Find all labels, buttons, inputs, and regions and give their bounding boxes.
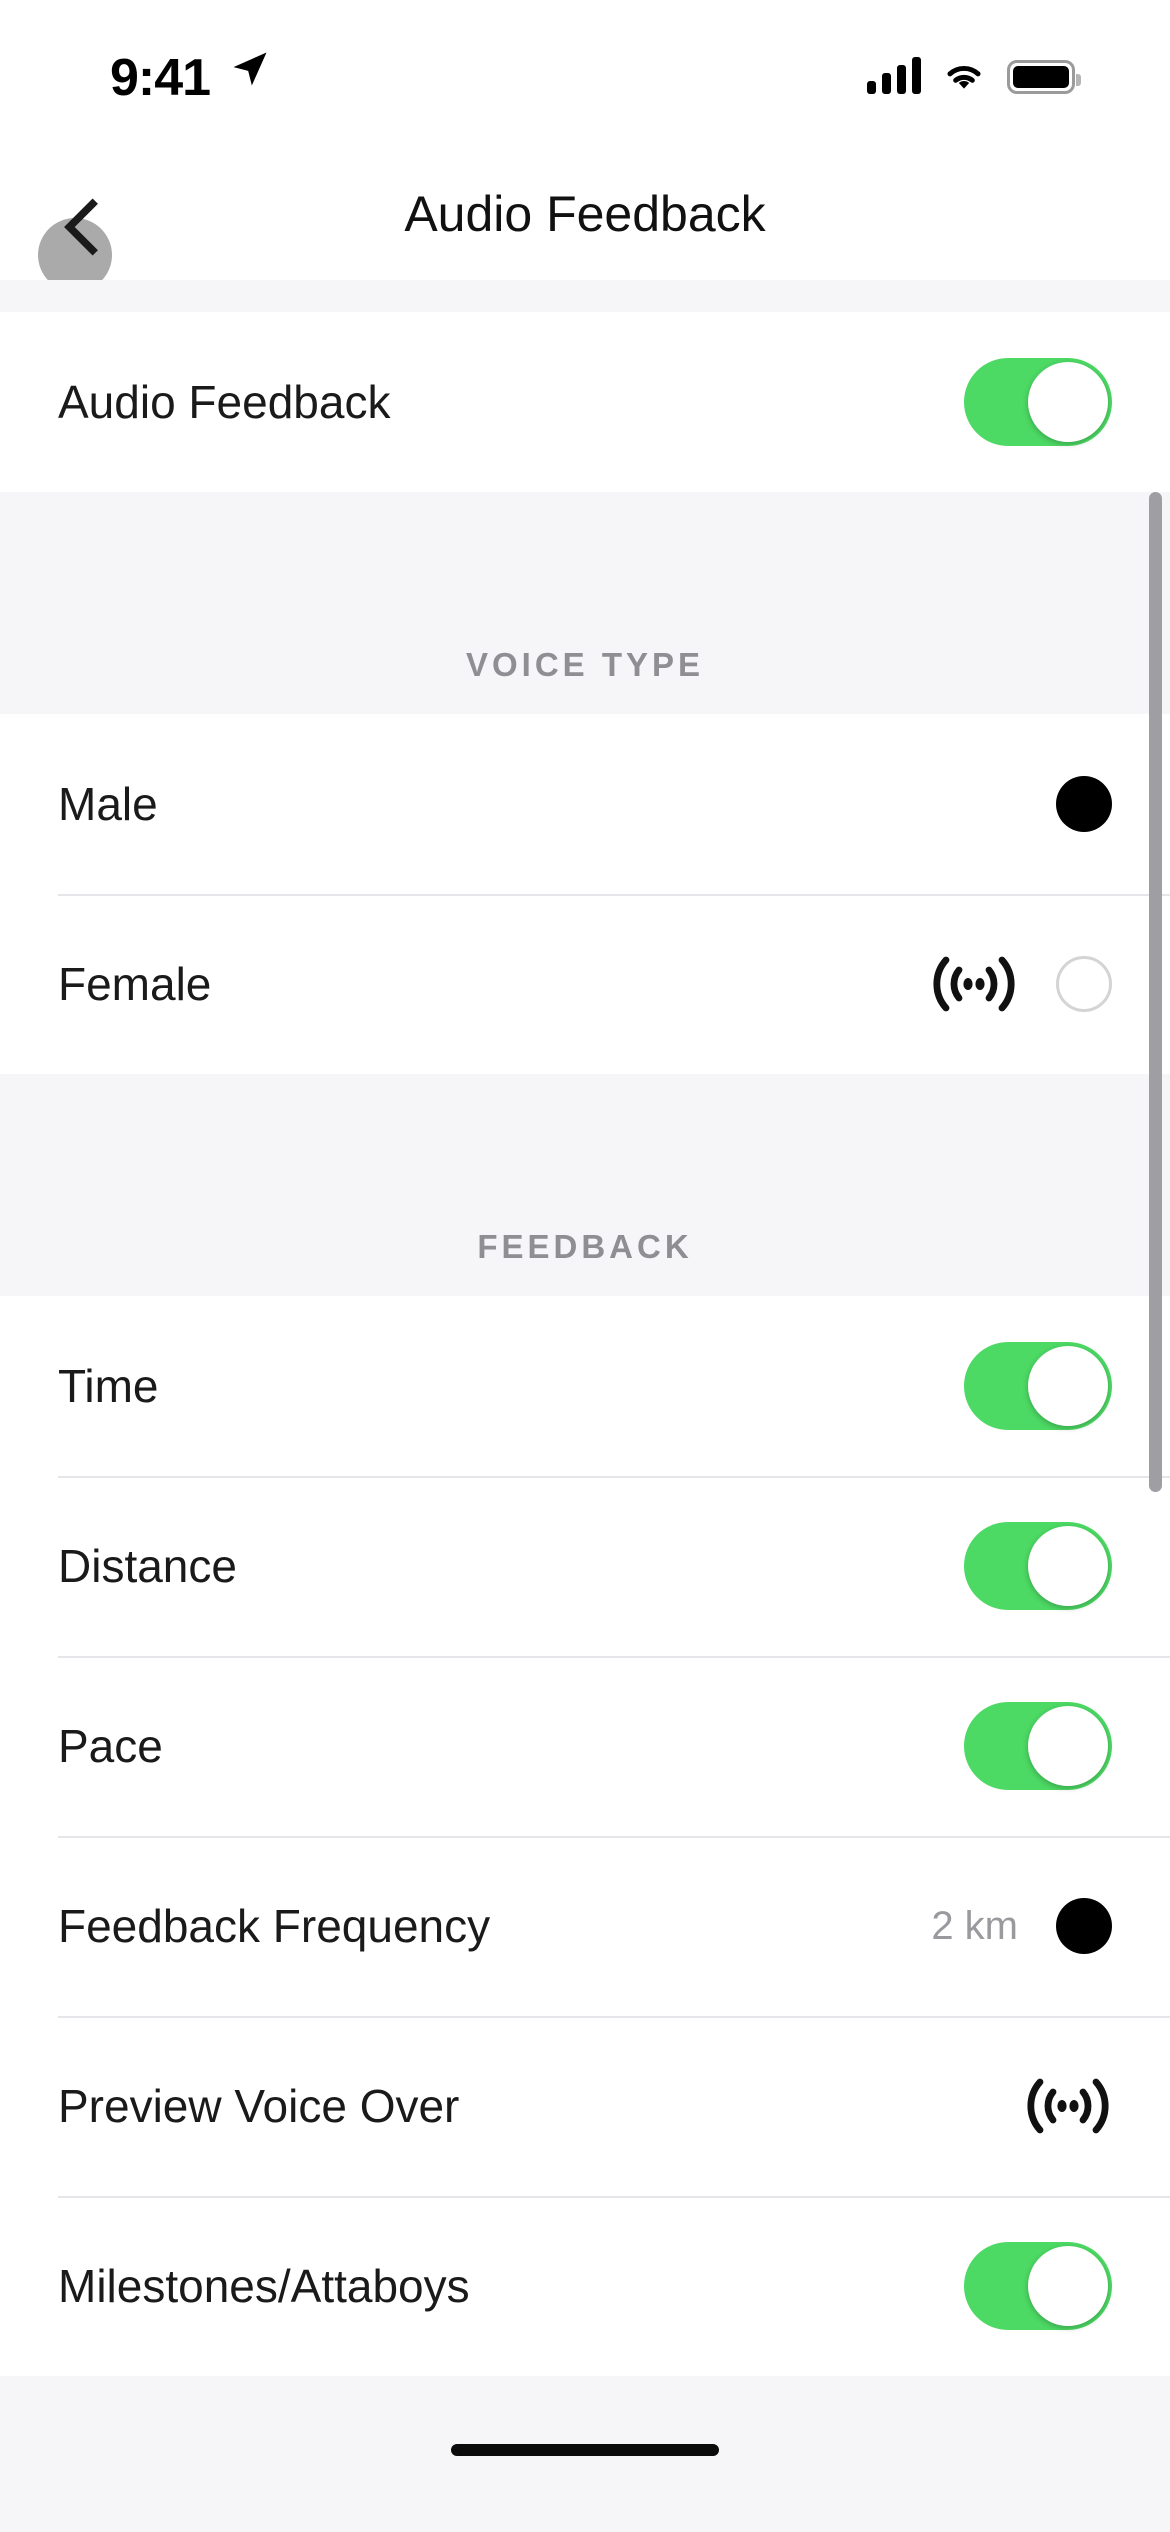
- row-preview-voice-over[interactable]: Preview Voice Over: [0, 2016, 1170, 2196]
- radio-female[interactable]: [1056, 956, 1112, 1012]
- row-distance[interactable]: Distance: [0, 1476, 1170, 1656]
- time-toggle[interactable]: [964, 1342, 1112, 1430]
- status-indicators: [867, 44, 1081, 94]
- milestones-toggle[interactable]: [964, 2242, 1112, 2330]
- row-label: Audio Feedback: [58, 376, 391, 428]
- row-control: [964, 1702, 1112, 1790]
- vertical-scrollbar[interactable]: [1149, 492, 1162, 1492]
- row-label: Time: [58, 1360, 159, 1412]
- feedback-card: Time Distance Pace Feedback Frequency 2 …: [0, 1296, 1170, 2376]
- battery-full-icon: [1007, 60, 1081, 94]
- navigation-bar: Audio Feedback: [0, 155, 1170, 292]
- row-control: 2 km: [931, 1898, 1112, 1954]
- row-control: [1056, 776, 1112, 832]
- row-control: [964, 1342, 1112, 1430]
- wifi-icon: [947, 66, 981, 89]
- voice-type-card: Male Female: [0, 714, 1170, 1074]
- page-title: Audio Feedback: [404, 186, 766, 242]
- status-time: 9:41: [110, 49, 211, 107]
- row-control: [964, 2242, 1112, 2330]
- app-screen: 9:41 Audio Feedback Audio Feedback VOICE…: [0, 0, 1170, 2532]
- pace-toggle[interactable]: [964, 1702, 1112, 1790]
- section-header-label: VOICE TYPE: [465, 646, 705, 683]
- row-control: [964, 1522, 1112, 1610]
- toggle-knob: [1028, 2246, 1108, 2326]
- feedback-frequency-value: 2 km: [931, 1903, 1018, 1948]
- toggle-knob: [1028, 1346, 1108, 1426]
- row-label: Pace: [58, 1720, 163, 1772]
- row-label: Feedback Frequency: [58, 1900, 491, 1952]
- row-milestones-attaboys[interactable]: Milestones/Attaboys: [0, 2196, 1170, 2376]
- master-toggle-card: Audio Feedback: [0, 312, 1170, 492]
- top-spacer: [0, 280, 1170, 312]
- audio-feedback-toggle[interactable]: [964, 358, 1112, 446]
- toggle-knob: [1028, 362, 1108, 442]
- status-bar: 9:41: [0, 0, 1170, 155]
- cellular-signal-icon: [867, 56, 921, 94]
- sound-wave-icon[interactable]: [1024, 2073, 1112, 2139]
- row-control: [930, 951, 1112, 1017]
- home-indicator: [451, 2444, 719, 2456]
- row-label: Milestones/Attaboys: [58, 2260, 470, 2312]
- radio-feedback-frequency[interactable]: [1056, 1898, 1112, 1954]
- row-label: Preview Voice Over: [58, 2080, 460, 2132]
- row-control: [964, 358, 1112, 446]
- row-voice-male[interactable]: Male: [0, 714, 1170, 894]
- section-header-label: FEEDBACK: [477, 1228, 693, 1265]
- row-voice-female[interactable]: Female: [0, 894, 1170, 1074]
- section-header-feedback: FEEDBACK: [0, 1074, 1170, 1296]
- row-time[interactable]: Time: [0, 1296, 1170, 1476]
- sound-wave-icon[interactable]: [930, 951, 1018, 1017]
- row-label: Female: [58, 958, 212, 1010]
- row-feedback-frequency[interactable]: Feedback Frequency 2 km: [0, 1836, 1170, 2016]
- settings-scroll-area[interactable]: Audio Feedback VOICE TYPE Male Female FE…: [0, 280, 1170, 2532]
- section-header-voice-type: VOICE TYPE: [0, 492, 1170, 714]
- location-arrow-icon: [233, 52, 267, 86]
- row-pace[interactable]: Pace: [0, 1656, 1170, 1836]
- radio-male[interactable]: [1056, 776, 1112, 832]
- row-label: Distance: [58, 1540, 237, 1592]
- toggle-knob: [1028, 1706, 1108, 1786]
- row-control: [1024, 2073, 1112, 2139]
- toggle-knob: [1028, 1526, 1108, 1606]
- row-label: Male: [58, 778, 158, 830]
- distance-toggle[interactable]: [964, 1522, 1112, 1610]
- row-audio-feedback[interactable]: Audio Feedback: [0, 312, 1170, 492]
